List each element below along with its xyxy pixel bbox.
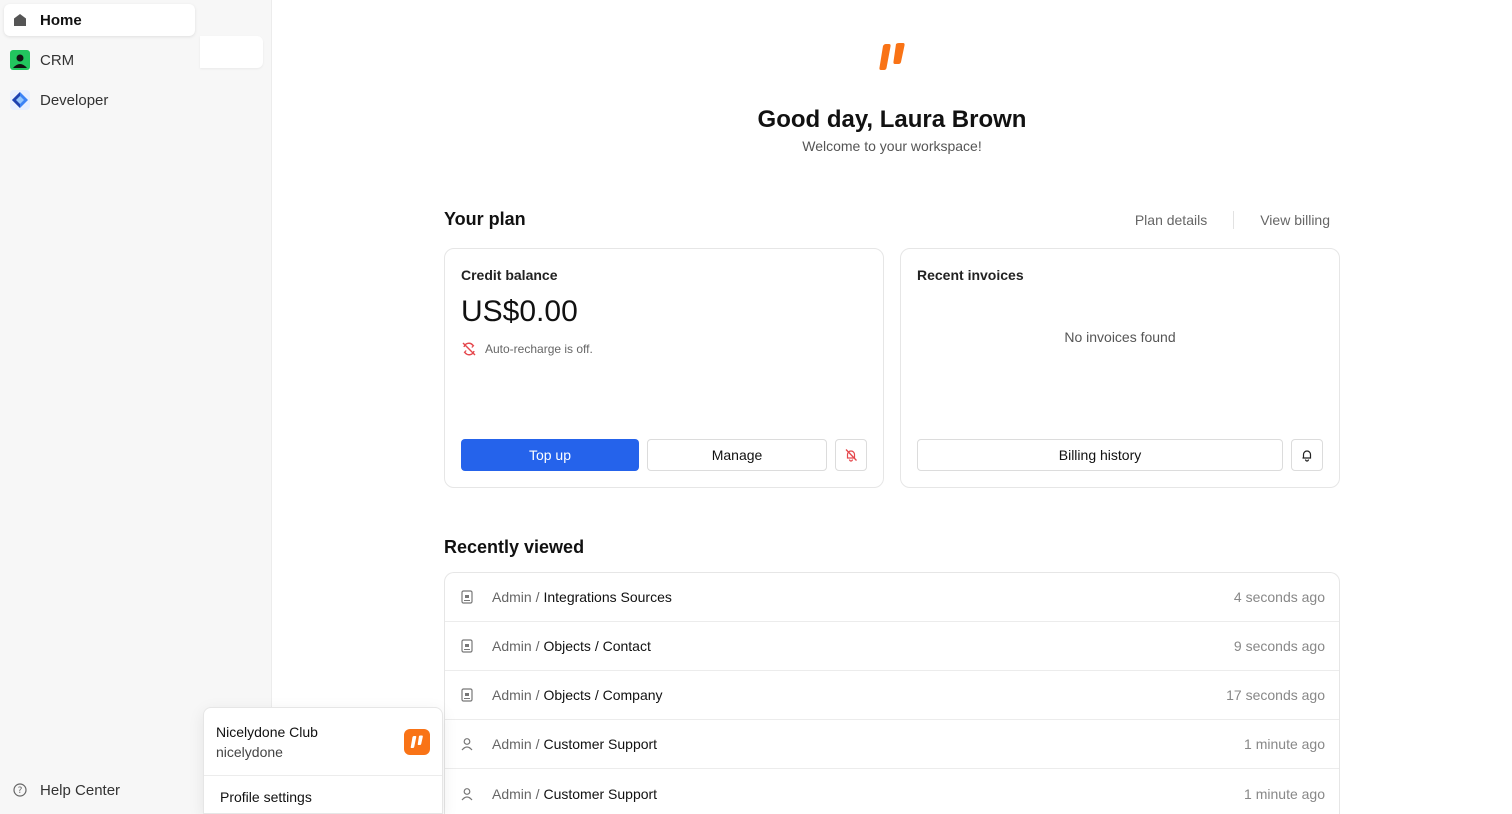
list-item[interactable]: Admin / Customer Support 1 minute ago <box>445 720 1339 769</box>
list-item[interactable]: Admin / Integrations Sources 4 seconds a… <box>445 573 1339 622</box>
help-center-link[interactable]: ? Help Center <box>4 774 195 806</box>
app-rail: Home CRM Developer ? Help Center <box>0 0 200 814</box>
item-name: Integrations Sources <box>543 589 672 605</box>
user-icon <box>461 787 475 801</box>
item-timestamp: 4 seconds ago <box>1233 589 1325 605</box>
page-icon <box>461 639 475 653</box>
account-header[interactable]: Nicelydone Club nicelydone <box>204 708 442 776</box>
rail-item-home[interactable]: Home <box>4 4 195 36</box>
help-icon: ? <box>10 780 30 800</box>
manage-button[interactable]: Manage <box>647 439 827 471</box>
recharge-off-icon <box>461 341 477 357</box>
plan-links: Plan details View billing <box>1135 211 1330 229</box>
empty-state-text: No invoices found <box>1064 329 1176 345</box>
brand-logo-icon <box>877 42 909 72</box>
item-prefix: Admin / <box>492 785 540 802</box>
crm-icon <box>10 50 30 70</box>
rail-item-crm[interactable]: CRM <box>4 44 195 76</box>
rail-item-label: Home <box>40 11 82 29</box>
username: nicelydone <box>216 744 283 760</box>
list-item[interactable]: Admin / Customer Support 1 minute ago <box>445 769 1339 814</box>
bell-off-icon <box>844 448 858 462</box>
org-logo-icon <box>404 729 430 755</box>
help-center-label: Help Center <box>40 781 121 799</box>
item-timestamp: 9 seconds ago <box>1233 638 1325 654</box>
welcome-text: Welcome to your workspace! <box>802 138 982 154</box>
plan-details-link[interactable]: Plan details <box>1135 212 1207 228</box>
recent-invoices-label: Recent invoices <box>917 267 1024 283</box>
item-timestamp: 17 seconds ago <box>1226 687 1325 703</box>
item-prefix: Admin / <box>492 638 540 654</box>
secondary-panel <box>200 0 272 814</box>
credit-balance-value: US$0.00 <box>461 295 578 328</box>
auto-recharge-text: Auto-recharge is off. <box>485 342 593 356</box>
alerts-off-button[interactable] <box>835 439 867 471</box>
developer-icon <box>10 90 30 110</box>
profile-settings-item[interactable]: Profile settings <box>220 789 312 805</box>
account-popover: Nicelydone Club nicelydone Profile setti… <box>203 707 443 814</box>
item-prefix: Admin / <box>492 589 540 605</box>
panel-item[interactable] <box>200 36 263 68</box>
list-item[interactable]: Admin / Objects / Contact 9 seconds ago <box>445 622 1339 671</box>
top-up-button[interactable]: Top up <box>461 439 639 471</box>
main-content: Good day, Laura Brown Welcome to your wo… <box>272 0 1512 814</box>
divider <box>1233 211 1235 229</box>
recent-invoices-card: Recent invoices No invoices found Billin… <box>900 248 1340 488</box>
rail-item-label: Developer <box>40 91 109 109</box>
item-timestamp: 1 minute ago <box>1244 736 1325 752</box>
credit-balance-card: Credit balance US$0.00 Auto-recharge is … <box>444 248 884 488</box>
page-title: Good day, Laura Brown <box>757 106 1027 133</box>
item-prefix: Admin / <box>492 736 540 752</box>
org-name: Nicelydone Club <box>216 724 318 740</box>
credit-balance-label: Credit balance <box>461 267 558 283</box>
page-icon <box>461 688 475 702</box>
rail-item-label: CRM <box>40 51 75 69</box>
item-name: Objects / Company <box>543 687 663 703</box>
plan-section-title: Your plan <box>444 209 526 229</box>
auto-recharge-status: Auto-recharge is off. <box>461 341 593 357</box>
notification-button[interactable] <box>1291 439 1323 471</box>
list-item[interactable]: Admin / Objects / Company 17 seconds ago <box>445 671 1339 720</box>
page-icon <box>461 590 475 604</box>
item-name: Customer Support <box>543 736 658 752</box>
item-timestamp: 1 minute ago <box>1244 785 1325 802</box>
item-name: Customer Support <box>543 785 658 802</box>
item-name: Objects / Contact <box>543 638 651 654</box>
user-icon <box>461 737 475 751</box>
home-icon <box>10 10 30 30</box>
rail-item-developer[interactable]: Developer <box>4 84 195 116</box>
view-billing-link[interactable]: View billing <box>1260 212 1330 228</box>
item-prefix: Admin / <box>492 687 540 703</box>
recently-viewed-list: Admin / Integrations Sources 4 seconds a… <box>444 572 1340 814</box>
recently-viewed-title: Recently viewed <box>444 537 585 557</box>
svg-text:?: ? <box>18 786 23 796</box>
billing-history-button[interactable]: Billing history <box>917 439 1283 471</box>
bell-icon <box>1300 448 1314 462</box>
